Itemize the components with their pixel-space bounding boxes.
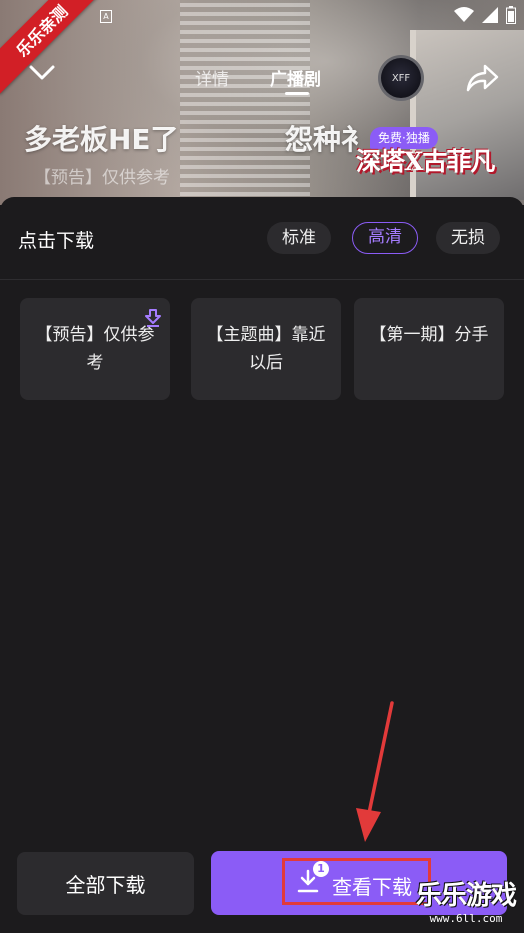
- banner-subtitle: 【预告】仅供参考: [34, 168, 170, 188]
- avatar[interactable]: XFF: [378, 55, 424, 101]
- tab-radio-drama[interactable]: 广播剧: [270, 65, 321, 90]
- divider: [0, 279, 524, 280]
- download-count-badge: 1: [313, 861, 329, 877]
- sheet-title: 点击下载: [18, 230, 95, 252]
- episode-card[interactable]: 【第一期】分手: [354, 298, 504, 400]
- share-icon[interactable]: [465, 63, 499, 93]
- active-tab-indicator: [285, 92, 309, 95]
- promo-title: 深塔X古菲凡: [356, 147, 495, 176]
- quality-option-hd[interactable]: 高清: [352, 222, 418, 254]
- battery-icon: [506, 6, 516, 24]
- download-all-label: 全部下载: [65, 873, 146, 897]
- episode-card[interactable]: 【主题曲】靠近以后: [191, 298, 341, 400]
- episode-card[interactable]: 【预告】仅供参考: [20, 298, 170, 400]
- banner-title-left: 多老板HE了: [24, 123, 179, 156]
- quality-option-lossless[interactable]: 无损: [436, 222, 500, 254]
- watermark: 乐乐游戏 www.6ll.com: [408, 880, 524, 933]
- watermark-url: www.6ll.com: [429, 912, 503, 925]
- download-status-icon: [145, 309, 161, 327]
- quality-option-standard[interactable]: 标准: [267, 222, 331, 254]
- signal-icon: [482, 7, 498, 23]
- status-icons: [454, 6, 516, 24]
- download-all-button[interactable]: 全部下载: [17, 852, 194, 915]
- episode-label: 【预告】仅供参考: [35, 325, 155, 373]
- download-sheet: 点击下载 标准 高清 无损 【预告】仅供参考 【主题曲】靠近以后 【第一期】分手…: [0, 197, 524, 933]
- wifi-icon: [454, 7, 474, 22]
- status-a-icon: A: [100, 10, 112, 23]
- hero-banner: A 详情 广播剧 XFF 多老板HE了 怨种衤 免费·独播 深塔X古菲凡 【预告…: [0, 0, 524, 205]
- avatar-text: XFF: [391, 72, 411, 84]
- episode-label: 【主题曲】靠近以后: [206, 325, 326, 373]
- view-downloads-label: 查看下载: [332, 875, 412, 899]
- tab-details[interactable]: 详情: [195, 65, 229, 90]
- watermark-text: 乐乐游戏: [415, 881, 517, 911]
- banner-background-blinds: [180, 0, 310, 205]
- top-nav: 详情 广播剧 XFF: [0, 55, 524, 101]
- chevron-down-icon[interactable]: [28, 63, 56, 83]
- episode-label: 【第一期】分手: [369, 325, 489, 345]
